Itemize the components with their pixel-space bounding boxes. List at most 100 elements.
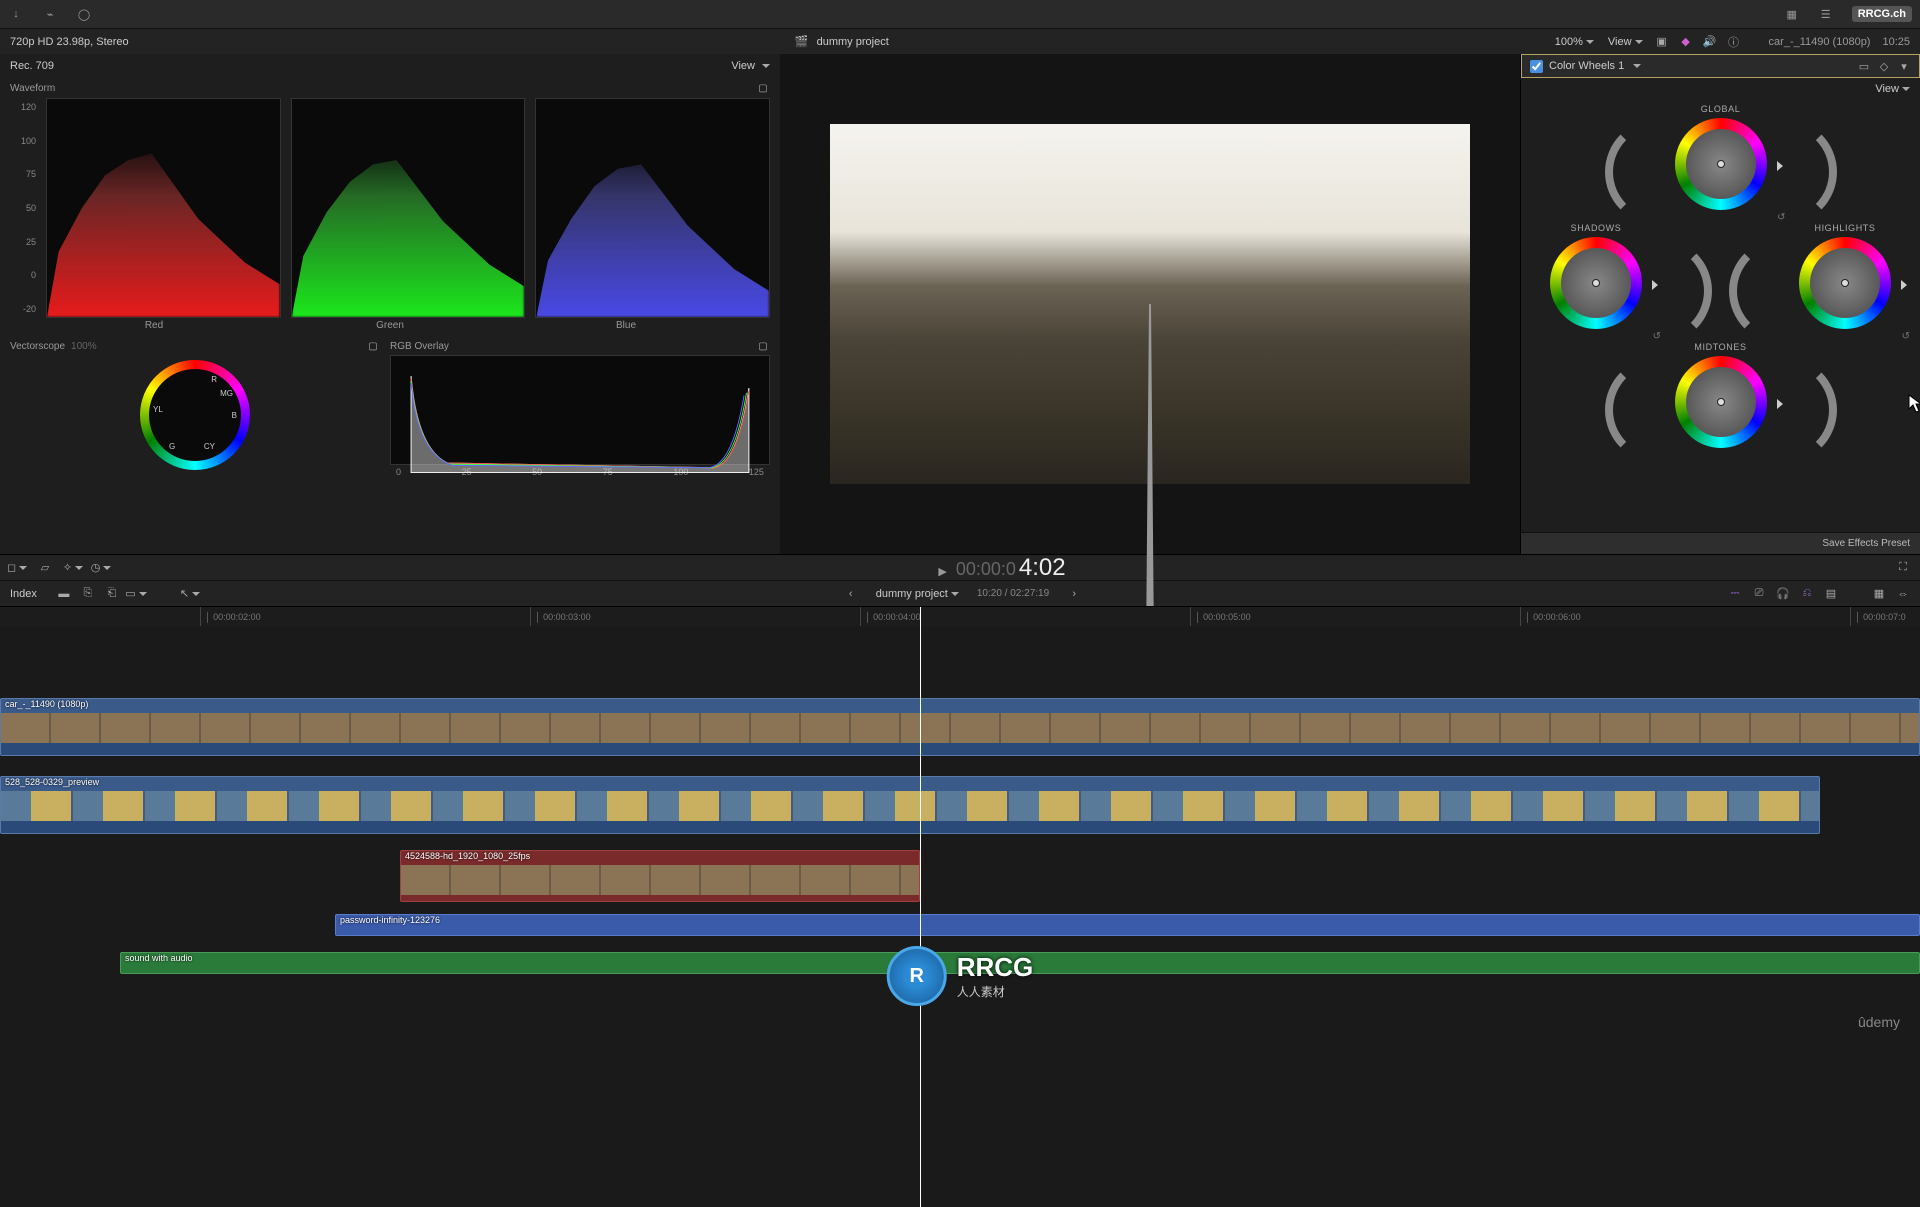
viewer-panel [780, 54, 1520, 554]
index-button[interactable]: Index [10, 588, 37, 600]
grid-icon[interactable]: ▦ [1784, 6, 1800, 22]
histogram [390, 355, 770, 465]
timeline-header: Index ▬ ⎘ ⎗ ▭ ↖ ‹ dummy project 10:20 / … [0, 580, 1920, 606]
clip-red[interactable]: 4524588-hd_1920_1080_25fps [400, 850, 920, 902]
format-label: 720p HD 23.98p, Stereo [10, 36, 129, 48]
colorspace-label: Rec. 709 [10, 60, 54, 72]
color-wheels: GLOBAL ↺ SHADOWS [1521, 100, 1920, 532]
save-effects-preset-button[interactable]: Save Effects Preset [1521, 532, 1920, 554]
shadows-saturation-slider[interactable] [1536, 238, 1546, 328]
waveform-blue [535, 98, 770, 318]
keyword-icon[interactable]: ⌁ [42, 6, 58, 22]
lane-icon[interactable]: ▤ [1824, 587, 1838, 601]
channel-blue-label: Blue [508, 320, 744, 331]
rgb-overlay-label: RGB Overlay [390, 341, 449, 352]
viewer-view-dropdown[interactable]: View [1608, 36, 1643, 48]
retime-tool-icon[interactable]: ◷ [94, 561, 108, 575]
timeline-tracks[interactable]: car_-_11490 (1080p) 528_528-0329_preview… [0, 626, 1920, 1046]
track-video-0[interactable]: 4524588-hd_1920_1080_25fps [0, 850, 1920, 902]
rrcg-logo: R RRCG 人人素材 [887, 946, 1034, 1006]
clip-name: car_-_11490 (1080p) [1769, 36, 1871, 48]
audio-skimming-icon[interactable]: ⎚ [1752, 587, 1766, 601]
highlights-brightness-slider[interactable] [1895, 238, 1905, 328]
vectorscope-pct: 100% [71, 341, 97, 352]
clip-appearance-icon[interactable]: ▦ [1872, 587, 1886, 601]
ruler-tick: │ 00:00:05:00 [1190, 607, 1251, 626]
skimming-icon[interactable]: ⎓ [1728, 587, 1742, 601]
connect-clip-icon[interactable]: ▬ [57, 587, 71, 601]
channel-red-label: Red [36, 320, 272, 331]
audio-inspector-icon[interactable]: 🔊 [1703, 35, 1717, 49]
midtones-brightness-slider[interactable] [1771, 357, 1781, 447]
clip-race[interactable]: 528_528-0329_preview [0, 776, 1820, 834]
highlights-saturation-slider[interactable] [1785, 238, 1795, 328]
zoom-fit-icon[interactable]: ⇔ [1896, 587, 1910, 601]
timeline-position: 10:20 / 02:27:19 [977, 588, 1049, 599]
vectorscope-label: Vectorscope [10, 341, 65, 352]
inspector-panel: Color Wheels 1 ▭ ◇ ▾ View GLOBAL [1520, 54, 1920, 554]
timeline-ruler[interactable]: │ 00:00:02:00│ 00:00:03:00│ 00:00:04:00│… [0, 606, 1920, 626]
clip-car[interactable]: car_-_11490 (1080p) [0, 698, 1920, 756]
ruler-tick: │ 00:00:04:00 [860, 607, 921, 626]
zoom-dropdown[interactable]: 100% [1555, 36, 1594, 48]
enhance-tool-icon[interactable]: ✧ [66, 561, 80, 575]
vectorscope: R MG B CY G YL [10, 355, 380, 475]
play-icon: ▶ [938, 565, 946, 578]
track-video-2[interactable]: car_-_11490 (1080p) [0, 698, 1920, 756]
clip-audio-blue[interactable]: password-infinity-123276 [335, 914, 1920, 936]
color-inspector-icon[interactable]: ◆ [1679, 35, 1693, 49]
midtones-saturation-slider[interactable] [1661, 357, 1671, 447]
clip-time: 10:25 [1882, 36, 1910, 48]
prev-keyframe-icon[interactable]: ◇ [1877, 59, 1891, 73]
rrcg-badge: RRCG.ch [1852, 6, 1912, 22]
background-tasks-icon[interactable]: ◯ [76, 6, 92, 22]
waveform-axis: 120 100 75 50 25 0 -20 [10, 98, 36, 318]
overwrite-clip-icon[interactable]: ▭ [129, 587, 143, 601]
ruler-tick: │ 00:00:07:0 [1850, 607, 1906, 626]
udemy-logo: ûdemy [1858, 1014, 1900, 1030]
histogram-settings-icon[interactable]: ▢ [756, 339, 770, 353]
fullscreen-icon[interactable]: ⛶ [1896, 561, 1910, 575]
list-icon[interactable]: ☰ [1818, 6, 1834, 22]
info-inspector-icon[interactable]: ⓘ [1727, 35, 1741, 49]
next-keyframe-icon[interactable]: ▾ [1897, 59, 1911, 73]
insert-clip-icon[interactable]: ⎘ [81, 587, 95, 601]
select-tool-icon[interactable]: ↖ [183, 587, 197, 601]
timeline-prev-icon[interactable]: ‹ [844, 587, 858, 601]
viewer-video[interactable] [830, 124, 1470, 484]
scopes-panel: Rec. 709 View Waveform ▢ 120 100 75 50 2… [0, 54, 780, 554]
timeline-project-dropdown[interactable]: dummy project [876, 588, 959, 600]
effect-enable-checkbox[interactable] [1530, 60, 1543, 73]
top-toolbar: ↓ ⌁ ◯ ▦ ☰ RRCG.ch [0, 0, 1920, 28]
transform-tool-icon[interactable]: ◻ [10, 561, 24, 575]
solo-icon[interactable]: 🎧 [1776, 587, 1790, 601]
mid-toolbar: ◻ ▱ ✧ ◷ ▶ 00:00:04:02 ⛶ [0, 554, 1920, 580]
crop-tool-icon[interactable]: ▱ [38, 561, 52, 575]
track-video-1[interactable]: 528_528-0329_preview [0, 776, 1920, 834]
timeline-next-icon[interactable]: › [1067, 587, 1081, 601]
global-saturation-slider[interactable] [1661, 119, 1671, 209]
inspector-view-dropdown[interactable]: View [1875, 83, 1910, 95]
midtones-wheel-label: MIDTONES [1656, 342, 1786, 352]
project-title: dummy project [817, 36, 889, 48]
snapping-icon[interactable]: ⎌ [1800, 587, 1814, 601]
highlights-wheel-label: HIGHLIGHTS [1780, 223, 1910, 233]
import-icon[interactable]: ↓ [8, 6, 24, 22]
mask-icon[interactable]: ▭ [1857, 59, 1871, 73]
track-audio-1[interactable]: password-infinity-123276 [0, 914, 1920, 936]
global-brightness-slider[interactable] [1771, 119, 1781, 209]
ruler-tick: │ 00:00:02:00 [200, 607, 261, 626]
waveform-label: Waveform [10, 83, 55, 94]
scopes-view-dropdown[interactable]: View [731, 60, 770, 72]
shadows-brightness-slider[interactable] [1646, 238, 1656, 328]
playhead[interactable] [920, 607, 921, 1207]
clapperboard-icon: 🎬 [795, 35, 809, 49]
global-wheel-label: GLOBAL [1656, 104, 1786, 114]
shadows-wheel-label: SHADOWS [1531, 223, 1661, 233]
effect-name[interactable]: Color Wheels 1 [1549, 60, 1624, 72]
waveform-settings-icon[interactable]: ▢ [756, 81, 770, 95]
video-inspector-icon[interactable]: ▣ [1655, 35, 1669, 49]
append-clip-icon[interactable]: ⎗ [105, 587, 119, 601]
timecode-display[interactable]: ▶ 00:00:04:02 [938, 554, 1065, 582]
vectorscope-settings-icon[interactable]: ▢ [366, 339, 380, 353]
